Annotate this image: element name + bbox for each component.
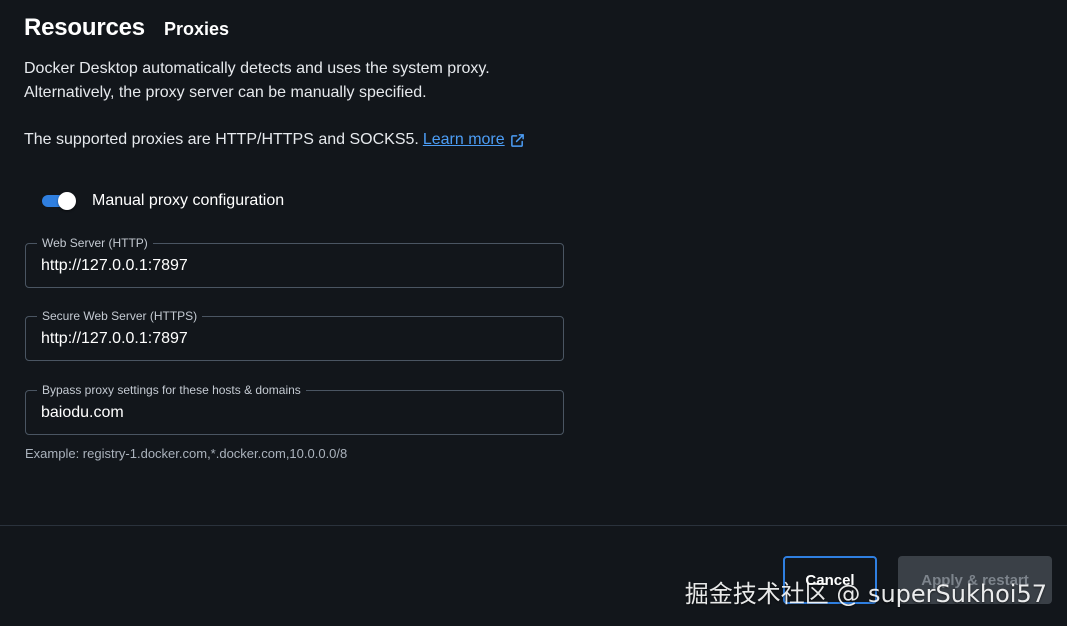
footer-divider (0, 525, 1067, 526)
page-title: Resources (24, 14, 145, 41)
description: Docker Desktop automatically detects and… (24, 57, 490, 105)
external-link-icon[interactable] (510, 133, 525, 148)
manual-proxy-toggle[interactable] (42, 192, 77, 210)
bypass-example-hint: Example: registry-1.docker.com,*.docker.… (25, 446, 348, 461)
manual-proxy-row: Manual proxy configuration (42, 192, 284, 210)
apply-restart-button[interactable]: Apply & restart (898, 556, 1052, 604)
http-proxy-input[interactable] (26, 244, 563, 287)
https-proxy-input[interactable] (26, 317, 563, 360)
proxies-settings-page: Resources Proxies Docker Desktop automat… (0, 0, 1067, 626)
bypass-proxy-field: Bypass proxy settings for these hosts & … (25, 382, 564, 435)
https-proxy-field: Secure Web Server (HTTPS) (25, 308, 564, 361)
toggle-knob (58, 192, 76, 210)
supported-proxies-label: The supported proxies are HTTP/HTTPS and… (24, 131, 419, 148)
page-header: Resources Proxies (24, 14, 229, 42)
description-line-2: Alternatively, the proxy server can be m… (24, 84, 427, 101)
description-line-1: Docker Desktop automatically detects and… (24, 60, 490, 77)
section-title: Proxies (163, 19, 229, 39)
supported-proxies-text: The supported proxies are HTTP/HTTPS and… (24, 128, 525, 152)
learn-more-link[interactable]: Learn more (423, 128, 505, 152)
http-proxy-field: Web Server (HTTP) (25, 235, 564, 288)
cancel-button[interactable]: Cancel (783, 556, 877, 604)
manual-proxy-label: Manual proxy configuration (92, 192, 285, 209)
bypass-proxy-input[interactable] (26, 391, 563, 434)
